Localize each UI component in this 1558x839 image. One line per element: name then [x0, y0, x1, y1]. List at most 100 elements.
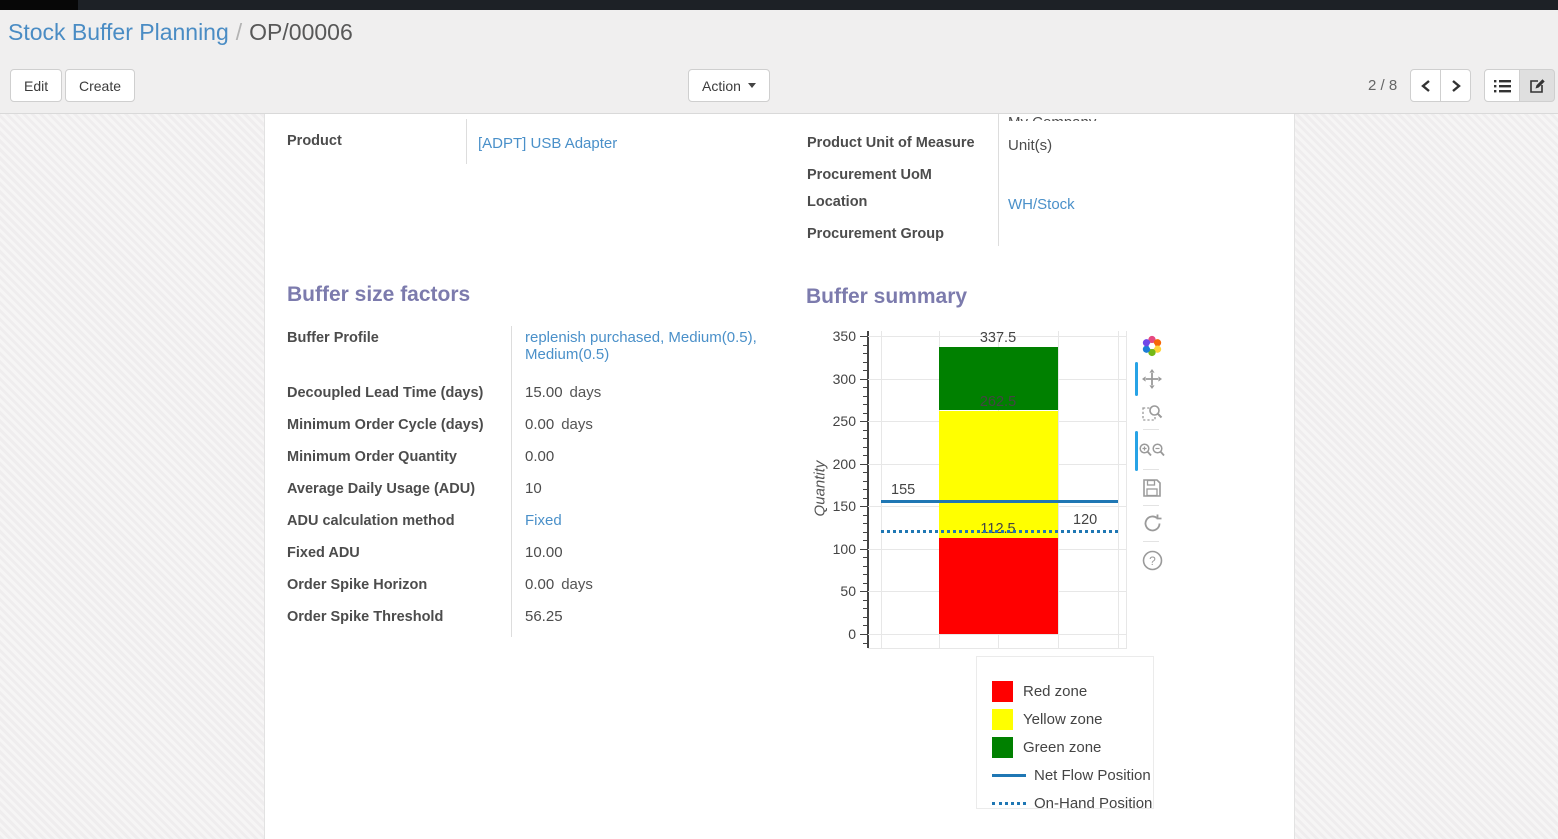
pan-icon[interactable] [1139, 366, 1165, 392]
legend-item[interactable]: Red zone [992, 677, 1153, 705]
breadcrumb-current: OP/00006 [249, 19, 353, 45]
y-axis-title: Quantity [812, 424, 829, 554]
product-uom-label: Product Unit of Measure [807, 135, 975, 151]
y-minor-tick [863, 498, 867, 499]
zoom-in-icon[interactable] [1139, 437, 1152, 463]
legend-item[interactable]: Yellow zone [992, 705, 1153, 733]
edit-button[interactable]: Edit [10, 69, 62, 102]
net-flow-position-line[interactable] [881, 500, 1118, 503]
form-sheet: My Company Product [ADPT] USB Adapter Pr… [264, 114, 1295, 839]
adu-method-label: ADU calculation method [287, 509, 511, 541]
table-row: Minimum Order Quantity 0.00 [287, 445, 792, 477]
on-hand-position-line[interactable] [881, 530, 1118, 533]
help-icon[interactable]: ? [1139, 547, 1165, 573]
legend-item[interactable]: Net Flow Position [992, 761, 1153, 789]
y-major-tick [860, 379, 867, 380]
y-minor-tick [863, 617, 867, 618]
field-separator [466, 119, 467, 164]
x-gridline [1058, 331, 1059, 648]
create-button[interactable]: Create [65, 69, 135, 102]
y-minor-tick [863, 362, 867, 363]
legend-item[interactable]: Green zone [992, 733, 1153, 761]
legend-label: Yellow zone [1023, 711, 1103, 728]
buffer-factors-table: Buffer Profile replenish purchased, Medi… [287, 326, 792, 637]
breadcrumb-parent-link[interactable]: Stock Buffer Planning [8, 19, 229, 45]
pager-previous-button[interactable] [1410, 69, 1441, 102]
table-row: ADU calculation method Fixed [287, 509, 792, 541]
y-minor-tick [863, 643, 867, 644]
y-minor-tick [863, 489, 867, 490]
form-view-icon [1529, 78, 1546, 94]
line-value-label: 120 [1073, 512, 1097, 528]
y-minor-tick [863, 345, 867, 346]
modebar-separator [1143, 541, 1159, 542]
y-major-tick [860, 421, 867, 422]
plotly-logo-icon[interactable] [1139, 333, 1165, 359]
buffer-profile-label: Buffer Profile [287, 326, 511, 381]
svg-text:?: ? [1149, 554, 1156, 568]
y-minor-tick [863, 540, 867, 541]
top-navbar [0, 0, 1558, 10]
form-view-button[interactable] [1519, 69, 1555, 102]
y-minor-tick [863, 438, 867, 439]
buffer-summary-title: Buffer summary [806, 285, 967, 309]
y-major-tick [860, 336, 867, 337]
reset-axes-icon[interactable] [1139, 510, 1165, 536]
y-minor-tick [863, 472, 867, 473]
y-minor-tick [863, 447, 867, 448]
product-uom-value: Unit(s) [1008, 137, 1052, 154]
y-tick-label: 300 [811, 371, 856, 387]
product-value-link[interactable]: [ADPT] USB Adapter [478, 135, 617, 152]
adu-value: 10 [525, 480, 542, 497]
chevron-right-icon [1450, 79, 1462, 93]
adu-method-value-link[interactable]: Fixed [525, 512, 562, 529]
y-minor-tick [863, 566, 867, 567]
y-major-tick [860, 634, 867, 635]
company-value: My Company [1008, 114, 1096, 121]
red-zone-bar[interactable] [939, 538, 1058, 634]
yellow-zone-bar[interactable] [939, 411, 1058, 539]
buffer-profile-value-link[interactable]: replenish purchased, Medium(0.5), Medium… [525, 329, 757, 363]
dlt-unit: days [570, 384, 602, 401]
moc-value: 0.00 [525, 416, 554, 433]
y-minor-tick [863, 387, 867, 388]
y-minor-tick [863, 413, 867, 414]
save-icon[interactable] [1139, 475, 1165, 501]
field-separator [998, 114, 999, 246]
y-minor-tick [863, 574, 867, 575]
modebar-highlight [1135, 431, 1138, 471]
y-minor-tick [863, 430, 867, 431]
y-major-tick [860, 591, 867, 592]
breadcrumb: Stock Buffer Planning/OP/00006 [8, 19, 353, 46]
legend-swatch-icon [992, 709, 1013, 730]
list-view-button[interactable] [1484, 69, 1520, 102]
fixed-adu-label: Fixed ADU [287, 541, 511, 573]
table-row: Fixed ADU 10.00 [287, 541, 792, 573]
y-minor-tick [863, 600, 867, 601]
dlt-value: 15.00 [525, 384, 563, 401]
spike-threshold-value: 56.25 [525, 608, 563, 625]
plot-bottom-edge [868, 648, 1127, 649]
company-field-clipped: My Company [1008, 114, 1208, 121]
y-tick-label: 50 [811, 583, 856, 599]
location-value-link[interactable]: WH/Stock [1008, 196, 1075, 213]
chart-modebar: ? [1137, 329, 1173, 579]
box-zoom-icon[interactable] [1139, 399, 1165, 425]
zoom-out-icon[interactable] [1152, 437, 1165, 463]
procurement-uom-label: Procurement UoM [807, 167, 932, 183]
action-dropdown-button[interactable]: Action [688, 69, 770, 102]
legend-label: Red zone [1023, 683, 1087, 700]
chart-legend: Red zone Yellow zone Green zoneNet Flow Po… [976, 656, 1154, 809]
y-minor-tick [863, 583, 867, 584]
legend-item[interactable]: On-Hand Position [992, 789, 1153, 817]
modebar-separator [1143, 429, 1159, 430]
table-row: Minimum Order Cycle (days) 0.00days [287, 413, 792, 445]
legend-swatch-icon [992, 737, 1013, 758]
pager-next-button[interactable] [1440, 69, 1471, 102]
moc-label: Minimum Order Cycle (days) [287, 413, 511, 445]
chevron-left-icon [1420, 79, 1432, 93]
y-gridline [868, 634, 1126, 635]
y-tick-label: 350 [811, 328, 856, 344]
buffer-summary-chart: Quantity ? Red zone Yellow zone Green zone… [811, 329, 1251, 824]
spike-threshold-label: Order Spike Threshold [287, 605, 511, 637]
